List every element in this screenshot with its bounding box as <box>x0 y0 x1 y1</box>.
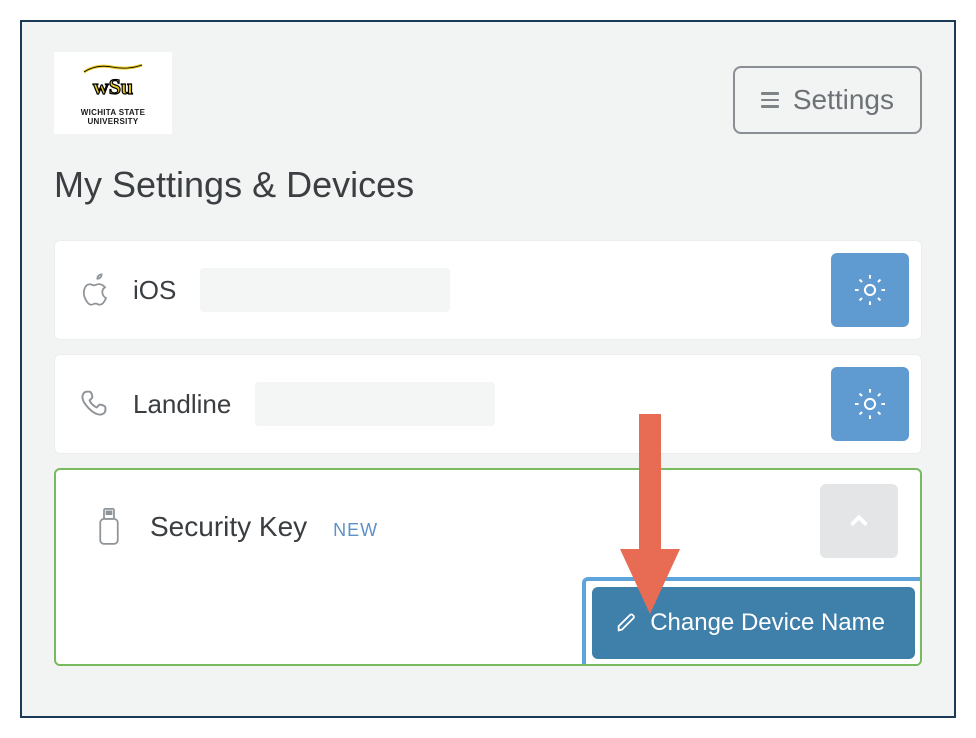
new-badge: NEW <box>333 520 378 541</box>
gear-icon <box>851 271 889 309</box>
device-options-button[interactable] <box>831 367 909 441</box>
redacted-value <box>200 268 450 312</box>
phone-icon <box>77 387 115 421</box>
gear-icon <box>851 385 889 423</box>
settings-button[interactable]: Settings <box>733 66 922 134</box>
svg-text:wSu: wSu <box>93 74 133 99</box>
menu-icon <box>761 92 779 108</box>
settings-button-label: Settings <box>793 84 894 116</box>
chevron-up-icon <box>844 506 874 536</box>
device-list: iOS Landline <box>54 240 922 666</box>
device-row-security-key: Security Key NEW Change Device Name <box>54 468 922 666</box>
device-label: iOS <box>133 275 176 306</box>
header-row: wSu WICHITA STATE UNIVERSITY Settings <box>54 52 922 134</box>
usb-key-icon <box>90 507 128 547</box>
device-row-landline: Landline <box>54 354 922 454</box>
device-options-button[interactable] <box>831 253 909 327</box>
apple-icon <box>77 272 115 308</box>
org-logo-text: WICHITA STATE UNIVERSITY <box>81 108 145 126</box>
collapse-button[interactable] <box>820 484 898 558</box>
device-label: Landline <box>133 389 231 420</box>
redacted-value <box>255 382 495 426</box>
change-device-name-button[interactable]: Change Device Name <box>592 587 915 659</box>
settings-panel: wSu WICHITA STATE UNIVERSITY Settings My… <box>20 20 956 718</box>
change-device-name-label: Change Device Name <box>650 609 885 637</box>
wsu-logo-mark: wSu <box>78 62 148 104</box>
pencil-icon <box>616 612 638 634</box>
org-logo: wSu WICHITA STATE UNIVERSITY <box>54 52 172 134</box>
device-label: Security Key <box>150 511 307 543</box>
page-title: My Settings & Devices <box>54 164 922 206</box>
change-name-highlight: Change Device Name <box>582 577 921 665</box>
device-row-ios: iOS <box>54 240 922 340</box>
